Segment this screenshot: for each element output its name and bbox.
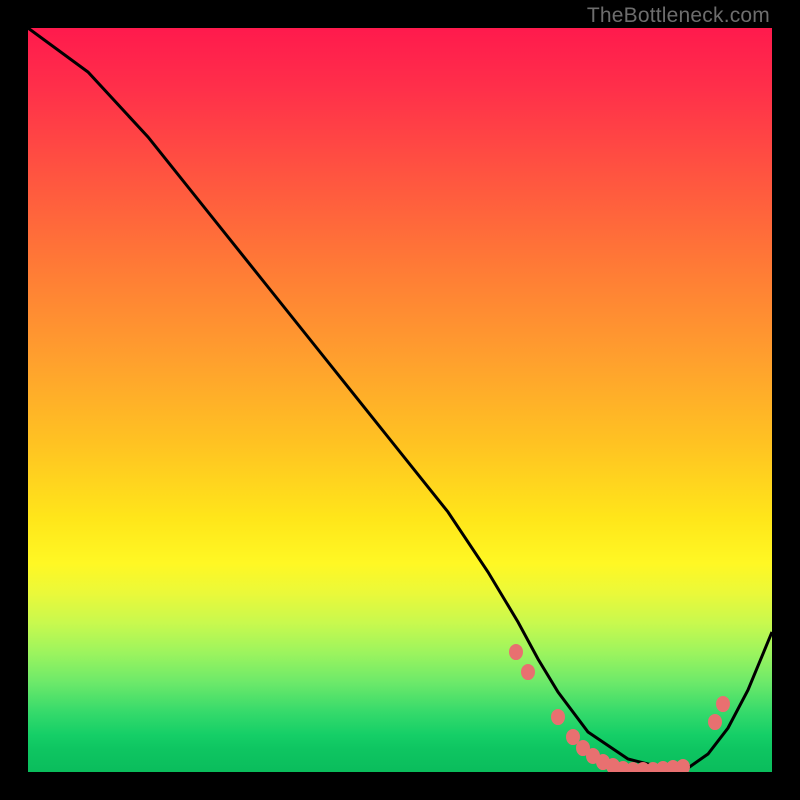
- marker-dot: [509, 644, 523, 660]
- marker-dot: [551, 709, 565, 725]
- chart-svg: [28, 28, 772, 772]
- chart-frame: TheBottleneck.com: [0, 0, 800, 800]
- marker-dot: [708, 714, 722, 730]
- marker-dot: [521, 664, 535, 680]
- plot-area: [28, 28, 772, 772]
- bottleneck-curve: [28, 28, 772, 769]
- marker-dot: [716, 696, 730, 712]
- marker-dot: [676, 759, 690, 772]
- watermark-text: TheBottleneck.com: [587, 4, 770, 28]
